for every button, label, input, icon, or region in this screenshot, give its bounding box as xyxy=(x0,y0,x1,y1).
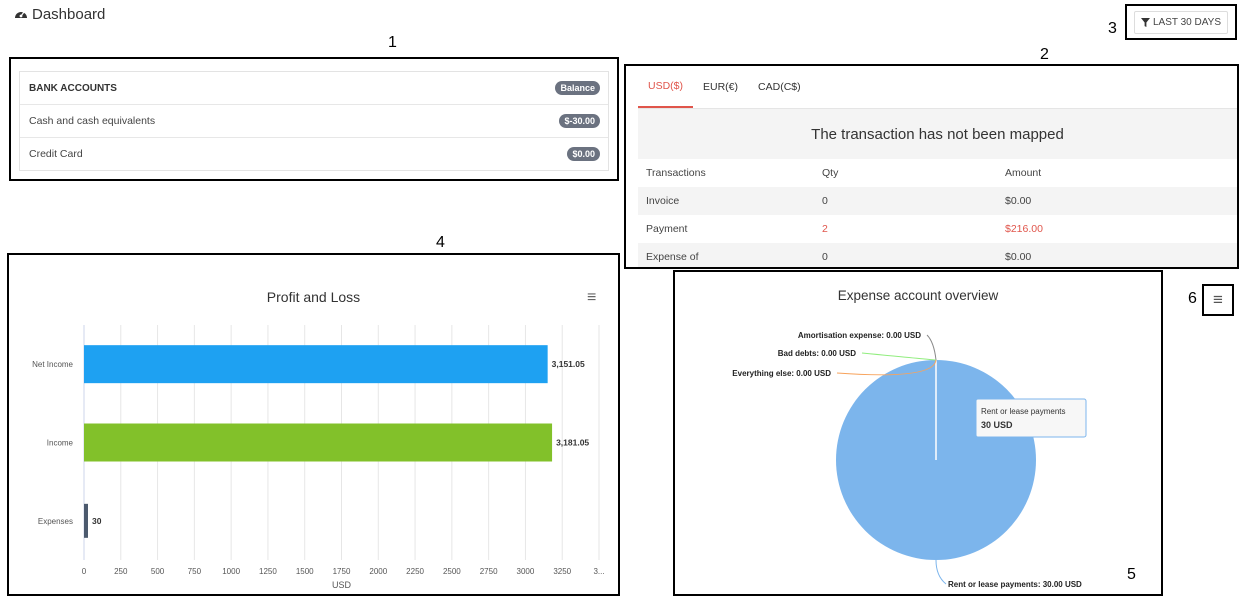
connector-line xyxy=(861,352,937,361)
x-tick-label: 1750 xyxy=(333,567,351,576)
currency-tabs: USD($) EUR(€) CAD(C$) xyxy=(638,66,1237,109)
tab-cad[interactable]: CAD(C$) xyxy=(748,66,811,108)
transaction-name: Invoice xyxy=(646,195,680,207)
x-tick-label: 1500 xyxy=(296,567,314,576)
y-category-label: Income xyxy=(47,439,74,448)
bank-account-balance: $-30.00 xyxy=(559,114,600,128)
unmapped-message: The transaction has not been mapped xyxy=(638,109,1237,159)
bank-accounts-header: BANK ACCOUNTS Balance xyxy=(20,72,608,105)
hamburger-icon[interactable]: ≡ xyxy=(1213,290,1223,310)
x-tick-label: 2750 xyxy=(480,567,498,576)
transaction-amount: $0.00 xyxy=(1005,251,1032,263)
transactions-panel: USD($) EUR(€) CAD(C$) The transaction ha… xyxy=(624,64,1239,269)
expense-overview-panel: Expense account overview Rent or lease p… xyxy=(673,270,1163,596)
data-label: 3,151.05 xyxy=(552,359,585,369)
x-tick-label: 750 xyxy=(188,567,202,576)
page-title-text: Dashboard xyxy=(32,6,106,23)
x-tick-label: 3250 xyxy=(553,567,571,576)
callout-4: 4 xyxy=(436,234,445,251)
bar xyxy=(84,423,553,462)
x-tick-label: 2500 xyxy=(443,567,461,576)
page-title: Dashboard xyxy=(14,6,105,23)
callout-2: 2 xyxy=(1040,46,1049,63)
callout-1: 1 xyxy=(388,34,397,51)
pie-data-label: Everything else: 0.00 USD xyxy=(732,369,831,378)
column-header: Amount xyxy=(1005,167,1042,179)
tooltip-value: 30 USD xyxy=(981,420,1013,430)
transaction-name: Payment xyxy=(646,223,688,235)
filter-icon xyxy=(1141,17,1150,27)
callout-6: 6 xyxy=(1188,290,1197,307)
date-filter-button[interactable]: LAST 30 DAYS xyxy=(1125,4,1237,40)
data-label: 30 xyxy=(92,516,102,526)
bank-accounts-heading: BANK ACCOUNTS xyxy=(29,82,117,94)
bank-account-row[interactable]: Credit Card $0.00 xyxy=(20,138,608,170)
bar xyxy=(84,345,548,384)
x-tick-label: 1000 xyxy=(222,567,240,576)
table-row: Expense of 0 $0.00 xyxy=(638,243,1237,267)
y-category-label: Expenses xyxy=(38,517,73,526)
bank-account-name: Credit Card xyxy=(29,148,83,160)
profit-loss-panel: Profit and Loss ≡ 0 250 500 750 1000 1250 1500… xyxy=(7,253,620,596)
table-row: Payment 2 $216.00 xyxy=(638,215,1237,243)
x-tick-label: 2000 xyxy=(369,567,387,576)
tooltip-title: Rent or lease payments xyxy=(981,407,1066,416)
x-tick-label: 3000 xyxy=(517,567,535,576)
transactions-table-header: Transactions Qty Amount xyxy=(638,159,1237,187)
transaction-name: Expense of xyxy=(646,251,699,263)
transaction-qty: 2 xyxy=(822,223,828,235)
pie-tooltip: Rent or lease payments 30 USD xyxy=(975,398,1087,438)
pie-data-label: Rent or lease payments: 30.00 USD xyxy=(948,580,1082,589)
connector-line xyxy=(926,334,937,361)
tab-usd[interactable]: USD($) xyxy=(638,66,694,108)
expense-pie-chart: Rent or lease payments: 30.00 USD Amortis… xyxy=(732,331,1087,589)
tooltip-box xyxy=(975,398,1087,438)
tab-eur[interactable]: EUR(€) xyxy=(693,66,748,108)
column-header: Transactions xyxy=(646,167,706,179)
transaction-amount: $216.00 xyxy=(1005,223,1043,235)
balance-badge: Balance xyxy=(555,81,600,95)
connector-line xyxy=(935,559,947,585)
bank-account-name: Cash and cash equivalents xyxy=(29,115,156,127)
transaction-qty: 0 xyxy=(822,251,828,263)
date-filter-label: LAST 30 DAYS xyxy=(1153,16,1221,28)
profit-loss-chart: 0 250 500 750 1000 1250 1500 1750 2000 2250 2500 27… xyxy=(32,325,605,590)
pie-data-label: Amortisation expense: 0.00 USD xyxy=(798,331,921,340)
x-tick-label: 250 xyxy=(114,567,128,576)
export-menu-button[interactable]: ≡ xyxy=(1202,284,1234,316)
x-tick-label: 3... xyxy=(593,567,604,576)
y-category-label: Net Income xyxy=(32,360,73,369)
dashboard-icon xyxy=(14,7,28,22)
bank-account-balance: $0.00 xyxy=(567,147,600,161)
transaction-amount: $0.00 xyxy=(1005,195,1032,207)
table-row: Invoice 0 $0.00 xyxy=(638,187,1237,215)
column-header: Qty xyxy=(822,167,839,179)
x-axis-title: USD xyxy=(332,580,352,590)
bank-accounts-panel: BANK ACCOUNTS Balance Cash and cash equi… xyxy=(9,57,619,181)
bar xyxy=(84,503,88,538)
x-tick-label: 0 xyxy=(82,567,87,576)
x-tick-label: 500 xyxy=(151,567,165,576)
data-label: 3,181.05 xyxy=(556,438,589,448)
x-tick-label: 2250 xyxy=(406,567,424,576)
callout-3: 3 xyxy=(1108,20,1117,37)
bank-account-row[interactable]: Cash and cash equivalents $-30.00 xyxy=(20,105,608,138)
transaction-qty: 0 xyxy=(822,195,828,207)
pie-data-label: Bad debts: 0.00 USD xyxy=(778,349,856,358)
x-tick-label: 1250 xyxy=(259,567,277,576)
